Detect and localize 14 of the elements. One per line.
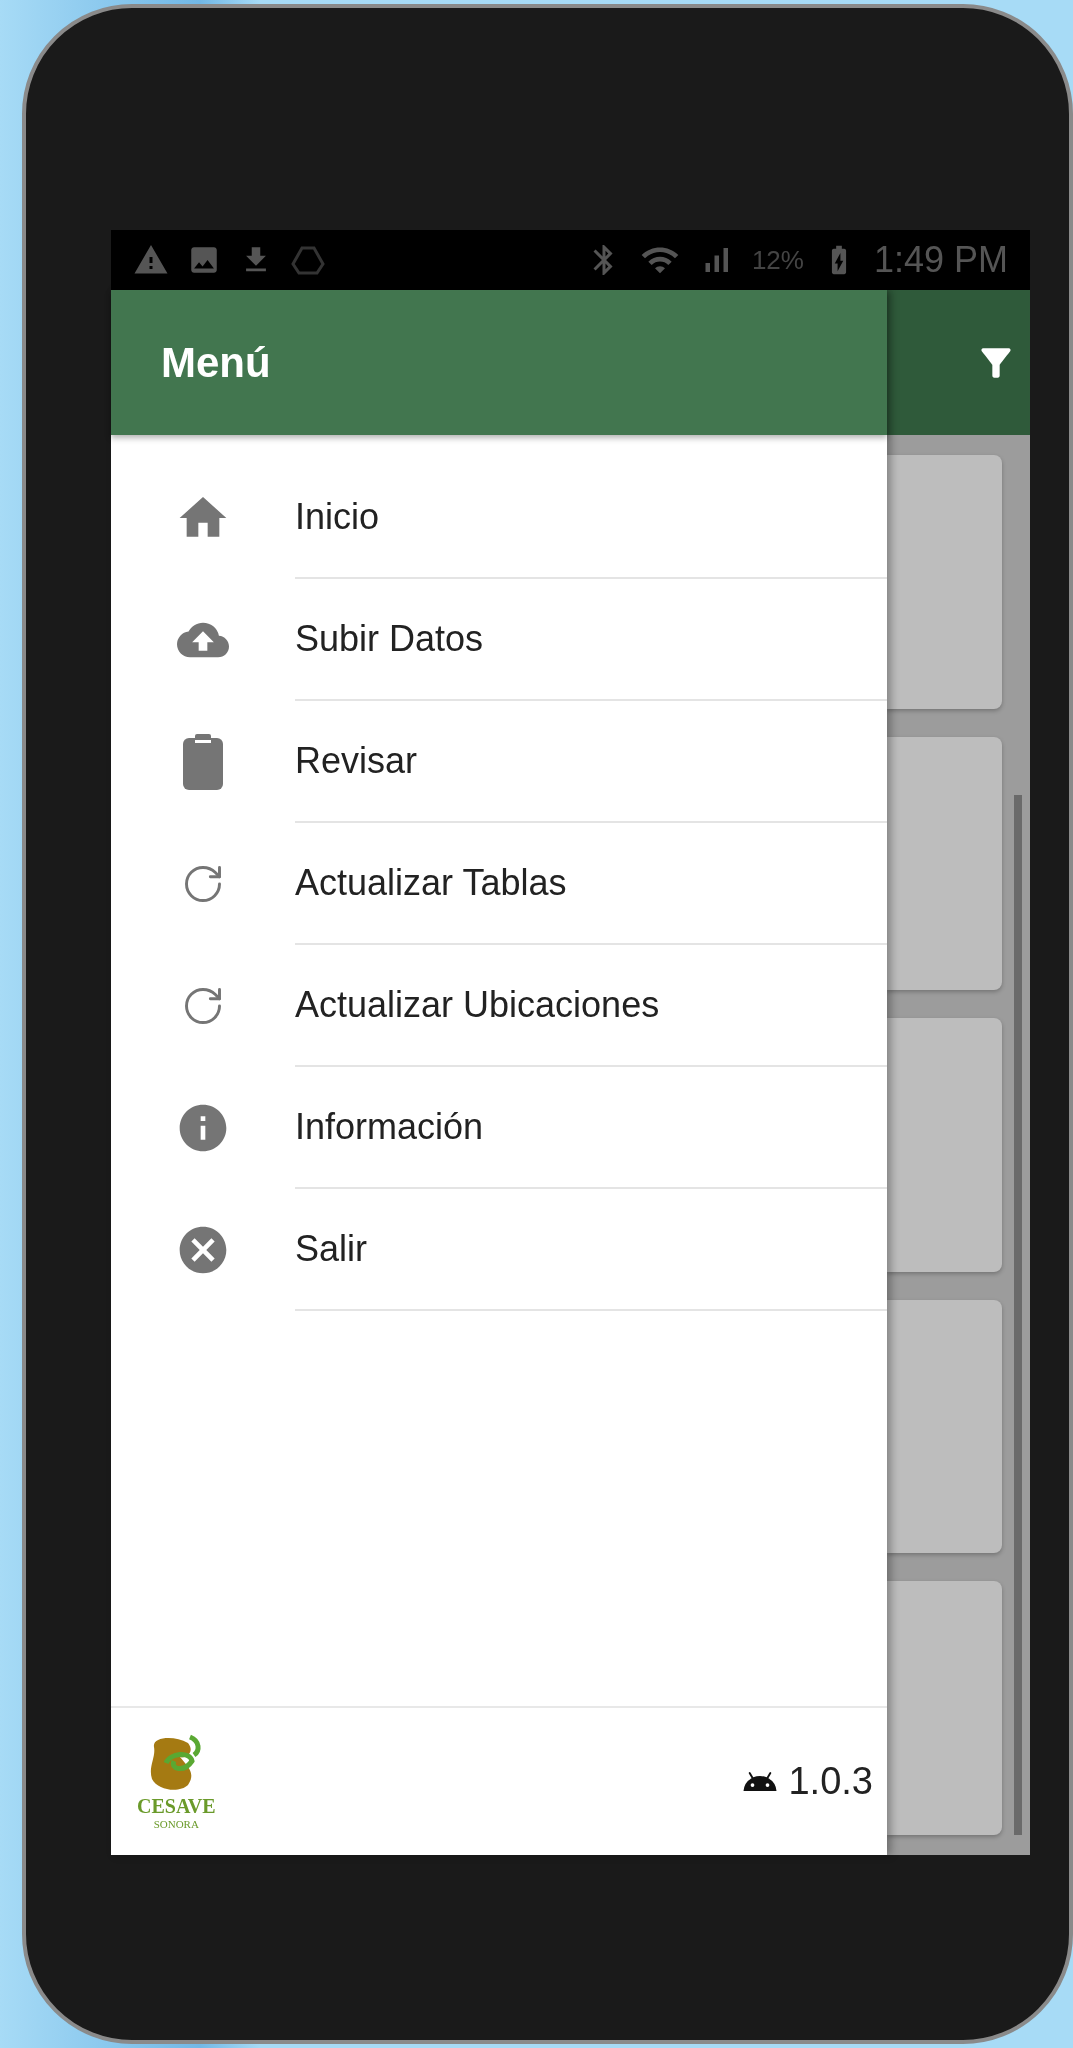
- battery-percent: 12%: [751, 244, 804, 276]
- menu-item[interactable]: Información: [295, 1106, 484, 1148]
- clipboard-icon: [181, 732, 225, 792]
- menu-item[interactable]: Revisar: [295, 740, 418, 782]
- menu-item[interactable]: Salir: [295, 1228, 368, 1270]
- menu-item[interactable]: Actualizar Ubicaciones: [295, 984, 660, 1026]
- logo-name: CESAVE: [137, 1795, 216, 1818]
- menu-item[interactable]: Subir Datos: [295, 618, 484, 660]
- drawer-title: Menú: [161, 338, 271, 387]
- menu-item[interactable]: Actualizar Tablas: [295, 862, 567, 904]
- version-text: 1.0.3: [788, 1760, 873, 1803]
- clock-time: 1:49 PM: [873, 239, 1008, 281]
- menu-item[interactable]: Inicio: [295, 496, 380, 538]
- logo-region: SONORA: [153, 1818, 199, 1830]
